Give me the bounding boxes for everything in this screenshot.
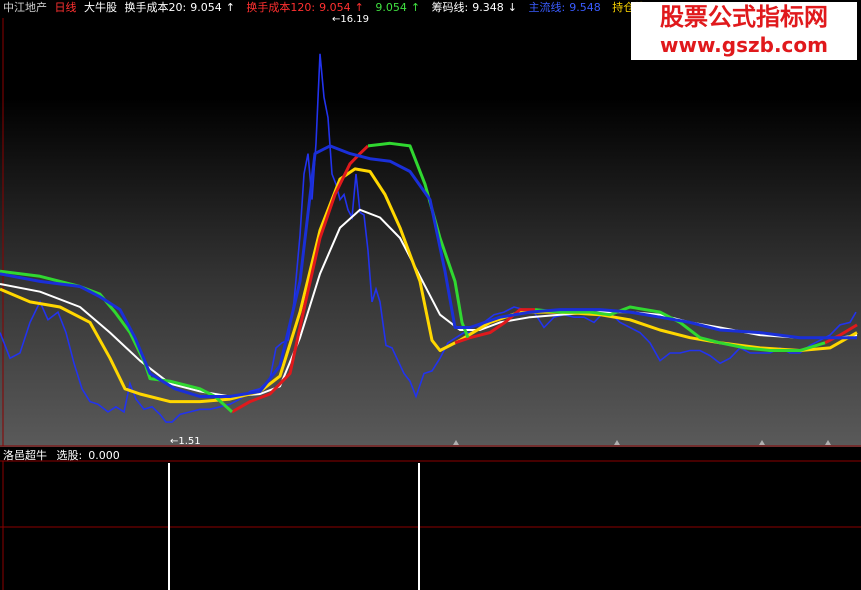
series-line-yellow bbox=[0, 167, 858, 404]
arrow-up-icon: ↑ bbox=[354, 1, 364, 14]
sub-indicator-panel[interactable]: 洛邑超牛 选股: 0.000 bbox=[0, 447, 861, 590]
sub-indicator-value: 0.000 bbox=[88, 449, 120, 462]
indicator-cost20: 换手成本20: 9.054 ↑ bbox=[125, 1, 243, 14]
indicator-label: 换手成本20: bbox=[124, 1, 187, 14]
arrow-up-icon: ↑ bbox=[225, 1, 235, 14]
indicator-value: 9.054 bbox=[190, 1, 222, 14]
period-label[interactable]: 日线 bbox=[55, 1, 77, 14]
indicator-chip-line: 筹码线: 9.348 ↓ bbox=[432, 1, 525, 14]
signal-marker bbox=[825, 440, 831, 445]
stock-name: 中江地产 bbox=[3, 1, 47, 14]
watermark-logo: 股票公式指标网 www.gszb.com bbox=[631, 2, 857, 60]
series-line-green3 bbox=[534, 305, 826, 352]
indicator-green: 9.054 ↑ bbox=[375, 1, 427, 14]
arrow-down-icon: ↓ bbox=[507, 1, 517, 14]
signal-bar bbox=[418, 463, 420, 590]
sub-indicator-name: 洛邑超牛 bbox=[3, 449, 47, 462]
indicator-label: 筹码线: bbox=[431, 1, 469, 14]
signal-bar bbox=[168, 463, 170, 590]
price-chart: ←16.19 ←1.51 bbox=[0, 14, 861, 447]
indicator-main-line: 主流线: 9.548 bbox=[529, 1, 609, 14]
sub-indicator-header: 洛邑超牛 选股: 0.000 bbox=[3, 449, 132, 462]
indicator-value: 9.054 bbox=[319, 1, 351, 14]
chart-header: 中江地产 日线 大牛股 换手成本20: 9.054 ↑ 换手成本120: 9.054 ↑… bbox=[3, 1, 653, 14]
formula-name: 大牛股 bbox=[84, 1, 117, 14]
indicator-label: 主流线: bbox=[528, 1, 566, 14]
high-price-label: ←16.19 bbox=[332, 14, 369, 25]
watermark-title: 股票公式指标网 bbox=[660, 3, 828, 31]
watermark-url: www.gszb.com bbox=[660, 33, 828, 57]
price-line bbox=[0, 53, 857, 423]
indicator-value: 9.348 bbox=[472, 1, 504, 14]
signal-marker bbox=[759, 440, 765, 445]
indicator-cost120: 换手成本120: 9.054 ↑ bbox=[246, 1, 371, 14]
signal-marker bbox=[453, 440, 459, 445]
arrow-up-icon: ↑ bbox=[410, 1, 421, 14]
low-price-label: ←1.51 bbox=[170, 436, 201, 447]
signal-marker bbox=[614, 440, 620, 445]
sub-indicator-label: 选股: bbox=[56, 449, 83, 462]
indicator-value: 9.548 bbox=[569, 1, 601, 14]
sub-indicator-chart bbox=[0, 460, 861, 590]
indicator-value: 9.054 bbox=[375, 1, 407, 14]
main-chart-panel[interactable]: ←16.19 ←1.51 中江地产 日线 大牛股 换手成本20: 9.054 ↑ 换手… bbox=[0, 0, 861, 447]
indicator-label: 换手成本120: bbox=[246, 1, 316, 14]
sub-indicator-readout: 选股: 0.000 bbox=[57, 449, 126, 462]
series-line-white bbox=[0, 208, 858, 398]
